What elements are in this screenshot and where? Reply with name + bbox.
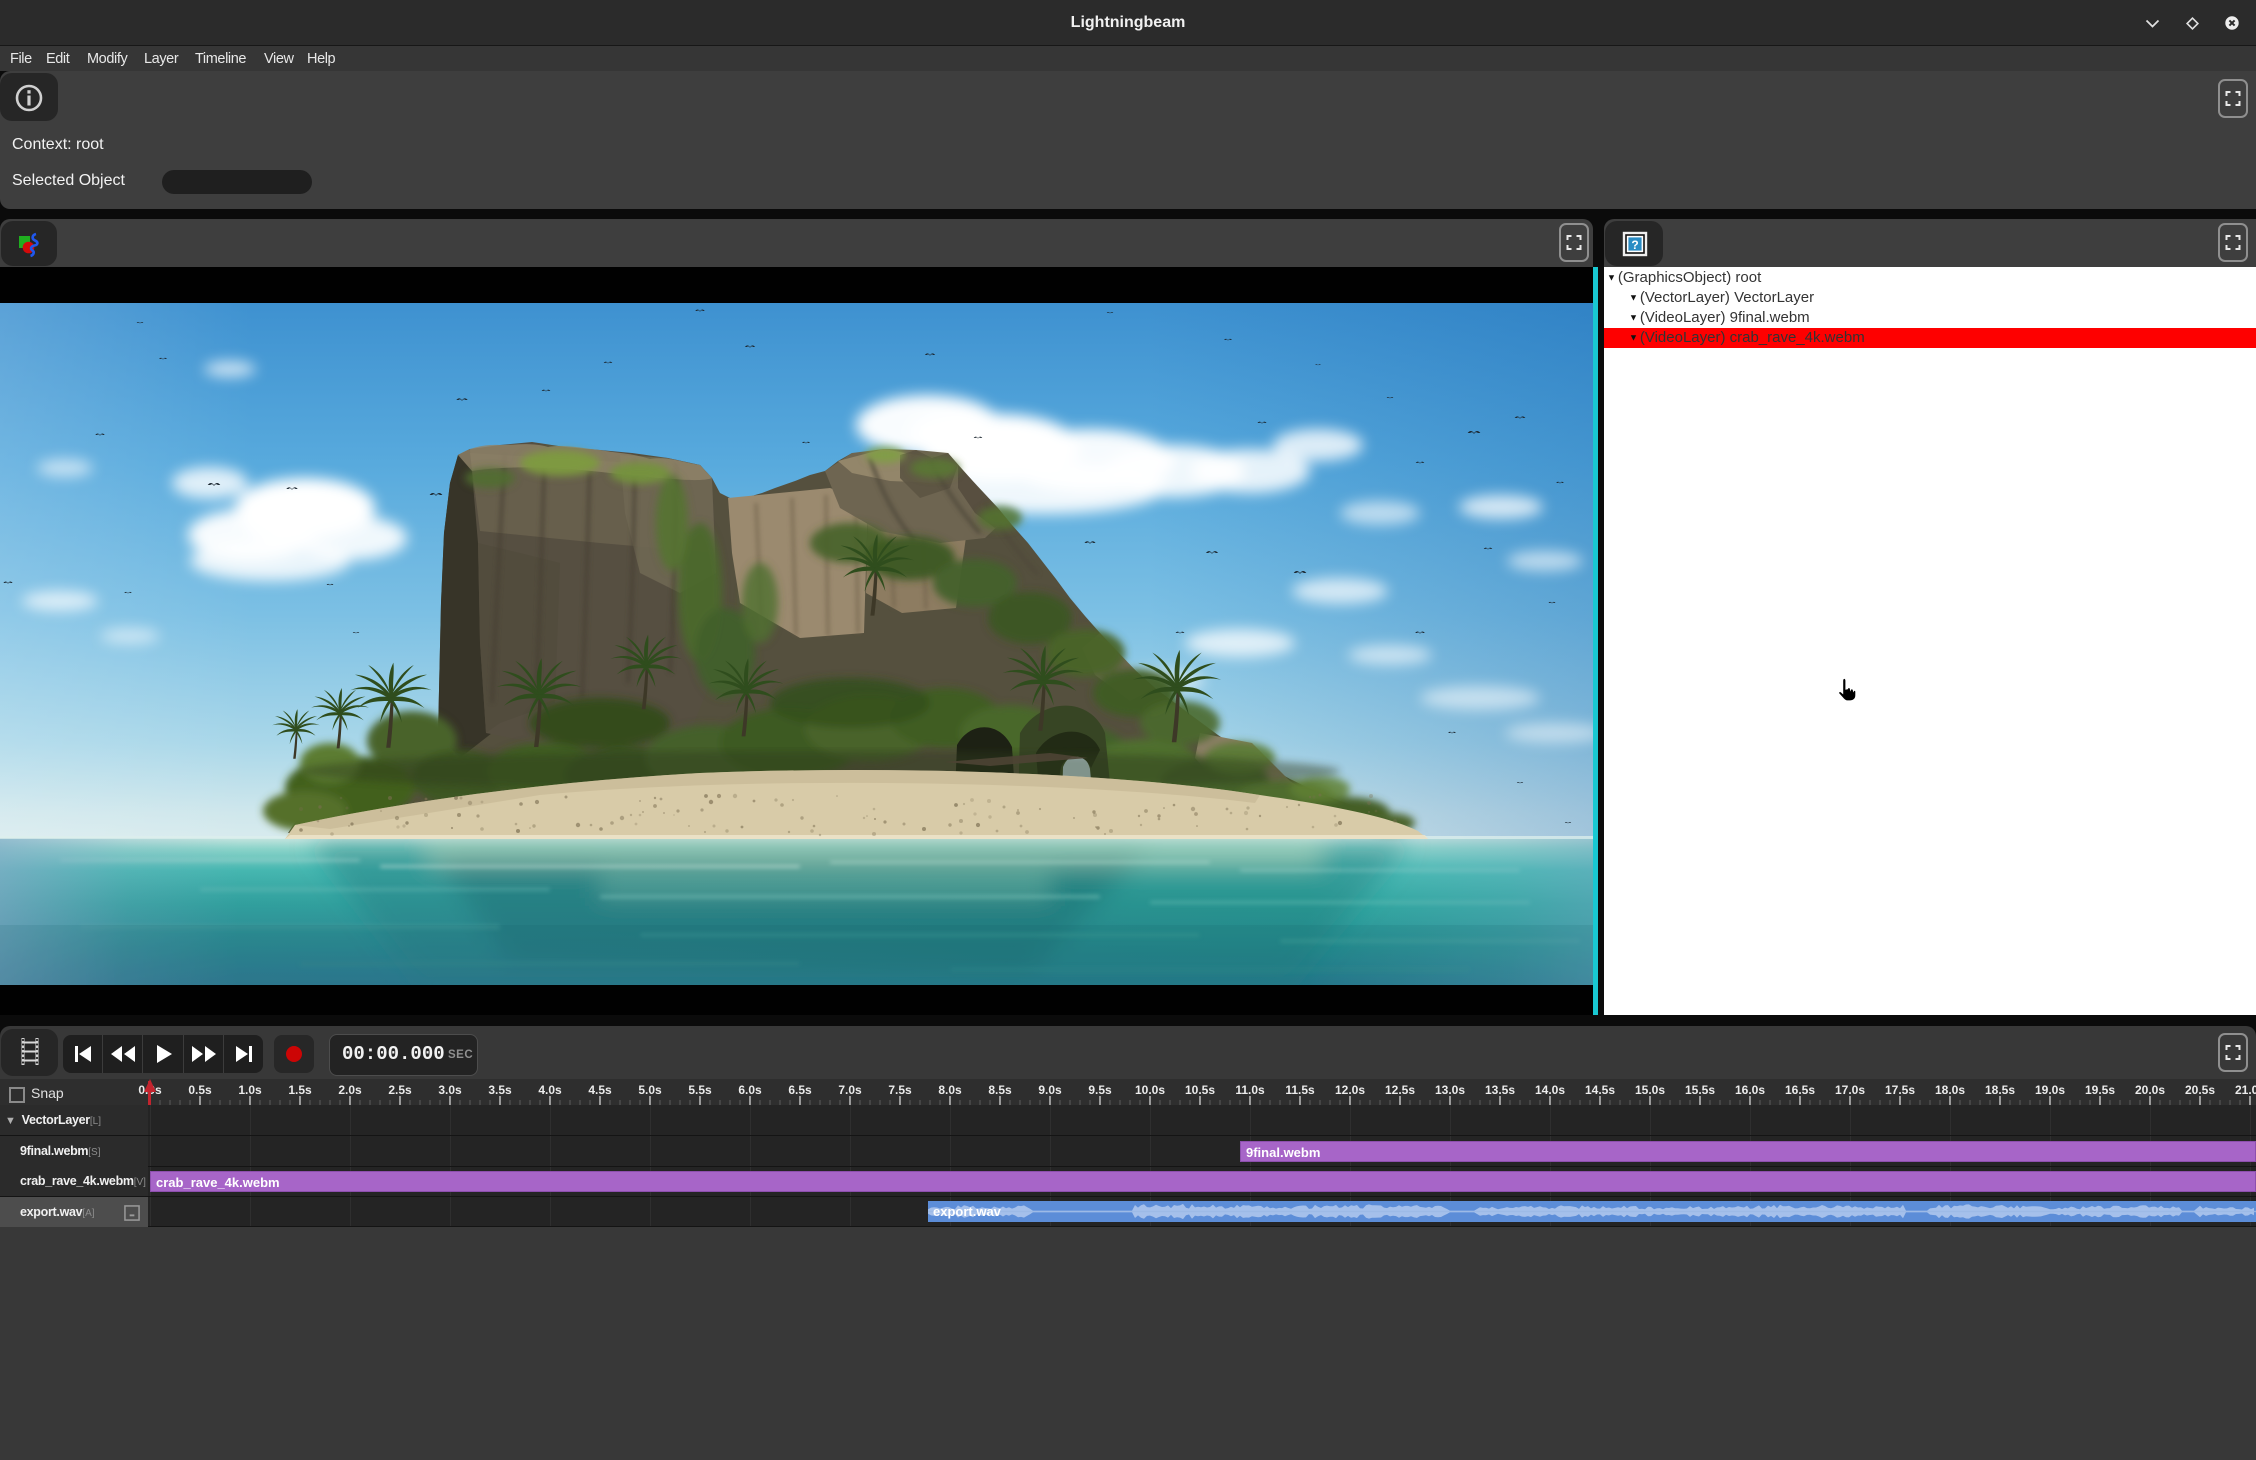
svg-text:?: ?	[1631, 238, 1638, 252]
